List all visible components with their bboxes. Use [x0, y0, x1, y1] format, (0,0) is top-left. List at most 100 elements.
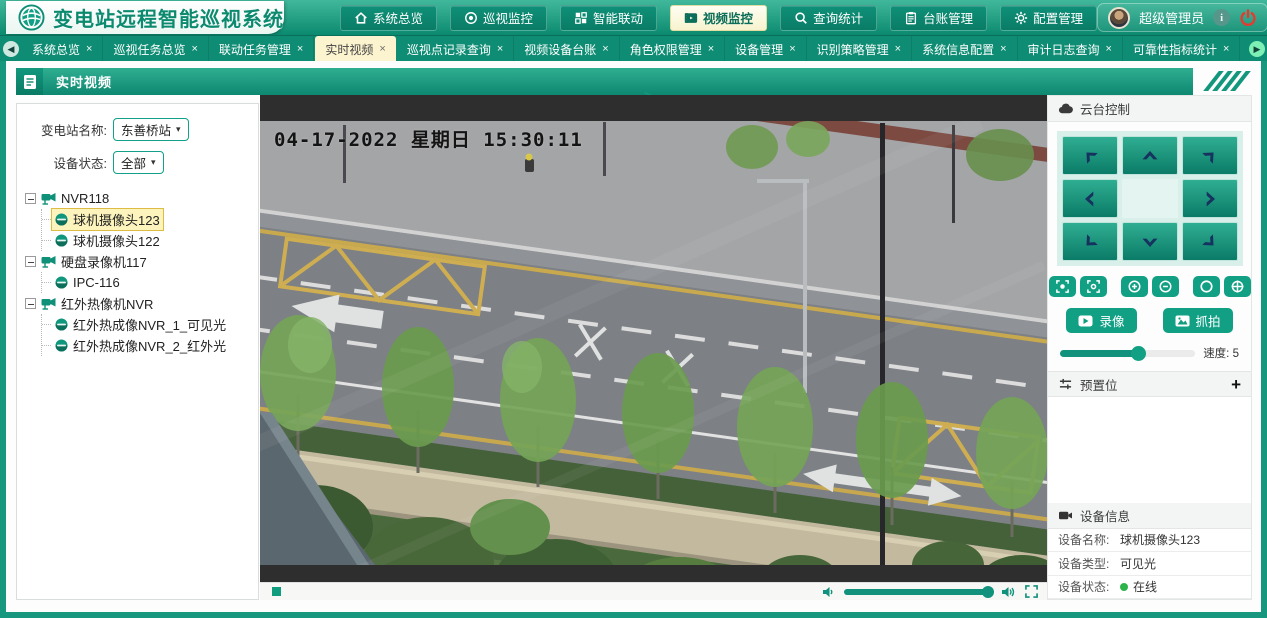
- tree-collapse-icon[interactable]: [25, 298, 36, 309]
- preset-section-header: 预置位 +: [1048, 371, 1251, 397]
- station-select[interactable]: 东善桥站 ▾: [113, 118, 189, 141]
- tree-camera-item[interactable]: 红外热成像NVR_1_可见光: [42, 314, 258, 335]
- user-box: 超级管理员 i: [1097, 3, 1267, 32]
- tree-camera-item[interactable]: 球机摄像头122: [42, 230, 258, 251]
- ptz-down-button[interactable]: [1122, 222, 1178, 261]
- tree-collapse-icon[interactable]: [25, 256, 36, 267]
- dome-camera-icon: [55, 234, 68, 247]
- dome-camera-icon: [55, 276, 68, 289]
- speed-slider-handle[interactable]: [1131, 346, 1146, 361]
- grid-icon: [574, 11, 588, 25]
- tab-item[interactable]: 实时视频 ×: [315, 36, 395, 62]
- nvr-camera-icon: [41, 192, 56, 205]
- logo-panel: 变电站远程智能巡视系统: [6, 1, 284, 34]
- ptz-down-right-button[interactable]: [1182, 222, 1238, 261]
- tab-item[interactable]: 联动任务管理 ×: [209, 36, 314, 62]
- tree-camera-item[interactable]: IPC-116: [42, 272, 258, 293]
- nav-ledger-management[interactable]: 台账管理: [890, 5, 987, 31]
- status-select[interactable]: 全部 ▾: [113, 151, 164, 174]
- snapshot-button[interactable]: 抓拍: [1163, 308, 1233, 333]
- record-button[interactable]: 录像: [1066, 308, 1136, 333]
- tab-item[interactable]: 视频设备台账 ×: [514, 36, 619, 62]
- info-icon[interactable]: i: [1213, 9, 1230, 26]
- tab-close-icon[interactable]: ×: [297, 43, 303, 55]
- tab-scroll-left-icon[interactable]: ◀: [3, 41, 19, 57]
- nav-inspection-monitor[interactable]: 巡视监控: [450, 5, 547, 31]
- tab-close-icon[interactable]: ×: [789, 43, 795, 55]
- nvr-camera-icon: [41, 297, 56, 310]
- nav-system-overview[interactable]: 系统总览: [340, 5, 437, 31]
- device-panel: 变电站名称: 东善桥站 ▾ 设备状态: 全部 ▾ NVR118: [16, 103, 259, 600]
- volume-slider[interactable]: [844, 589, 992, 595]
- tab-item[interactable]: 巡视点记录查询 ×: [397, 36, 514, 62]
- clipboard-icon: [904, 11, 918, 25]
- tree-group-row[interactable]: NVR118: [25, 188, 258, 209]
- tree-collapse-icon[interactable]: [25, 193, 36, 204]
- tab-item[interactable]: 基本定义管理 ×: [1240, 36, 1249, 62]
- titlebar-stripes: [1211, 71, 1243, 91]
- ptz-right-button[interactable]: [1182, 179, 1238, 218]
- tree-camera-item[interactable]: 红外热成像NVR_2_红外光: [42, 335, 258, 356]
- tab-close-icon[interactable]: ×: [1000, 43, 1006, 55]
- eye-icon: [464, 11, 478, 25]
- volume-low-icon[interactable]: [822, 586, 835, 598]
- tree-group-row[interactable]: 红外热像机NVR: [25, 293, 258, 314]
- zoom-out-button[interactable]: [1152, 276, 1179, 297]
- tab-close-icon[interactable]: ×: [1223, 43, 1229, 55]
- tab-close-icon[interactable]: ×: [895, 43, 901, 55]
- ptz-left-button[interactable]: [1062, 179, 1118, 218]
- lens-buttons-row: [1048, 272, 1251, 299]
- preset-tune-icon: [1058, 378, 1073, 391]
- tab-strip: 系统总览 × 巡视任务总览 × 联动任务管理 × 实时视频 × 巡视点记录查询 …: [22, 36, 1249, 62]
- dome-camera-icon: [55, 318, 68, 331]
- tab-close-icon[interactable]: ×: [602, 43, 608, 55]
- ptz-up-right-button[interactable]: [1182, 136, 1238, 175]
- nav-config-management[interactable]: 配置管理: [1000, 5, 1097, 31]
- nav-smart-linkage[interactable]: 智能联动: [560, 5, 657, 31]
- fullscreen-icon[interactable]: [1025, 585, 1038, 598]
- tab-close-icon[interactable]: ×: [379, 43, 385, 55]
- nav-video-monitor[interactable]: 视频监控: [670, 5, 767, 31]
- tab-item[interactable]: 识别策略管理 ×: [807, 36, 912, 62]
- nvr-camera-icon: [41, 255, 56, 268]
- video-stream[interactable]: 04-17-2022 星期日 15:30:11: [260, 95, 1050, 582]
- ptz-up-button[interactable]: [1122, 136, 1178, 175]
- tab-close-icon[interactable]: ×: [191, 43, 197, 55]
- volume-slider-handle[interactable]: [982, 586, 994, 598]
- tab-item[interactable]: 系统信息配置 ×: [912, 36, 1017, 62]
- zoom-in-button[interactable]: [1121, 276, 1148, 297]
- tab-item[interactable]: 可靠性指标统计 ×: [1123, 36, 1240, 62]
- player-controls: [260, 582, 1050, 600]
- app-logo-icon: [18, 4, 45, 31]
- speed-slider[interactable]: [1060, 350, 1195, 357]
- tree-group-row[interactable]: 硬盘录像机117: [25, 251, 258, 272]
- ptz-down-left-button[interactable]: [1062, 222, 1118, 261]
- tree-camera-item[interactable]: 球机摄像头123: [42, 209, 258, 230]
- speed-label: 速度: 5: [1203, 345, 1239, 361]
- camera-icon: [1058, 509, 1073, 522]
- video-player: 04-17-2022 星期日 15:30:11: [260, 95, 1050, 600]
- iris-close-button[interactable]: [1224, 276, 1251, 297]
- nav-query-statistics[interactable]: 查询统计: [780, 5, 877, 31]
- tab-item[interactable]: 角色权限管理 ×: [620, 36, 725, 62]
- tab-item[interactable]: 审计日志查询 ×: [1018, 36, 1123, 62]
- user-avatar[interactable]: [1108, 7, 1130, 29]
- tab-item[interactable]: 设备管理 ×: [725, 36, 806, 62]
- iris-open-button[interactable]: [1193, 276, 1220, 297]
- tab-close-icon[interactable]: ×: [708, 43, 714, 55]
- tab-close-icon[interactable]: ×: [497, 43, 503, 55]
- stop-button[interactable]: [272, 587, 281, 596]
- tab-close-icon[interactable]: ×: [1106, 43, 1112, 55]
- logout-power-icon[interactable]: [1239, 9, 1257, 27]
- ptz-center-cell: [1122, 179, 1178, 218]
- section-title: 实时视频: [56, 72, 112, 91]
- tab-scroll-right-icon[interactable]: ▶: [1249, 41, 1265, 57]
- ptz-up-left-button[interactable]: [1062, 136, 1118, 175]
- tab-item[interactable]: 巡视任务总览 ×: [103, 36, 208, 62]
- focus-near-button[interactable]: [1049, 276, 1076, 297]
- focus-far-button[interactable]: [1080, 276, 1107, 297]
- volume-high-icon[interactable]: [1001, 586, 1016, 598]
- tab-item[interactable]: 系统总览 ×: [22, 36, 103, 62]
- tab-close-icon[interactable]: ×: [86, 43, 92, 55]
- add-preset-button[interactable]: +: [1231, 376, 1241, 393]
